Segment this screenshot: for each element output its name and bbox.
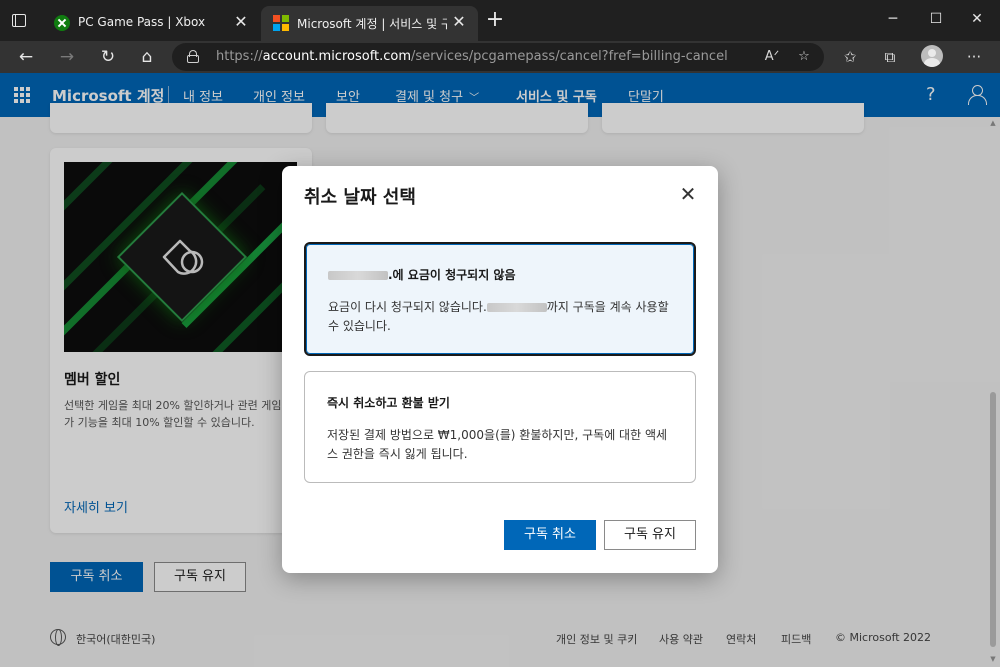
xbox-logo-icon [54, 15, 70, 31]
dialog-keep-subscription-button[interactable]: 구독 유지 [604, 520, 696, 550]
modal-backdrop-nav [0, 73, 1000, 117]
redacted-date [328, 271, 388, 280]
collections-icon[interactable]: ⧉ [878, 45, 902, 69]
tab-title: PC Game Pass | Xbox [78, 15, 206, 29]
scroll-down-arrow-icon[interactable]: ▼ [988, 655, 998, 663]
minimize-icon[interactable]: ─ [878, 8, 908, 30]
scroll-thumb[interactable] [990, 392, 996, 647]
new-tab-plus-icon[interactable]: + [484, 9, 506, 32]
browser-tab-bar: PC Game Pass | Xbox ✕ Microsoft 계정 | 서비스… [0, 0, 1000, 41]
option-description: 저장된 결제 방법으로 ₩1,000을(를) 환불하지만, 구독에 대한 액세스… [327, 428, 668, 461]
add-favorite-star-icon[interactable]: ☆ [794, 47, 814, 67]
dialog-cancel-subscription-button[interactable]: 구독 취소 [504, 520, 596, 550]
lock-icon[interactable] [187, 50, 199, 63]
option-cancel-and-refund[interactable]: 즉시 취소하고 환불 받기 저장된 결제 방법으로 ₩1,000을(를) 환불하… [304, 371, 696, 483]
scroll-up-arrow-icon[interactable]: ▲ [988, 119, 998, 127]
option-title: 즉시 취소하고 환불 받기 [327, 396, 450, 410]
dialog-title: 취소 날짜 선택 [304, 187, 416, 208]
browser-toolbar: ← → ↻ ⌂ https://account.microsoft.com/se… [0, 41, 1000, 73]
option-title: .에 요금이 청구되지 않음 [328, 266, 516, 283]
profile-avatar[interactable] [921, 45, 943, 67]
address-bar[interactable]: https://account.microsoft.com/services/p… [172, 43, 824, 71]
favorites-icon[interactable]: ✩ [838, 45, 862, 69]
back-arrow-icon[interactable]: ← [14, 45, 38, 69]
url-text: https://account.microsoft.com/services/p… [216, 49, 728, 64]
forward-arrow-icon[interactable]: → [55, 45, 79, 69]
read-aloud-icon[interactable]: Aᐟ [762, 47, 782, 67]
page-scrollbar[interactable]: ▲ ▼ [988, 117, 998, 667]
close-icon[interactable]: ✕ [232, 13, 250, 31]
cancel-date-dialog: 취소 날짜 선택 ✕ .에 요금이 청구되지 않음 요금이 다시 청구되지 않습… [282, 166, 718, 573]
option-description: 요금이 다시 청구되지 않습니다. 까지 구독을 계속 사용할 수 있습니다. [328, 300, 669, 333]
refresh-icon[interactable]: ↻ [96, 45, 120, 69]
microsoft-logo-icon [273, 15, 289, 31]
more-options-icon[interactable]: ··· [962, 45, 986, 69]
close-icon[interactable]: ✕ [678, 184, 698, 205]
maximize-icon[interactable]: ☐ [921, 8, 951, 30]
redacted-date [486, 303, 547, 312]
tab-microsoft-account[interactable]: Microsoft 계정 | 서비스 및 구독 ✕ [261, 6, 478, 41]
tab-pc-game-pass[interactable]: PC Game Pass | Xbox ✕ [42, 6, 260, 41]
tab-title: Microsoft 계정 | 서비스 및 구독 [297, 17, 447, 31]
option-no-charge[interactable]: .에 요금이 청구되지 않음 요금이 다시 청구되지 않습니다. 까지 구독을 계… [304, 242, 696, 356]
tab-actions-icon[interactable] [9, 11, 29, 31]
home-icon[interactable]: ⌂ [135, 45, 159, 69]
window-close-icon[interactable]: ✕ [962, 8, 992, 30]
close-icon[interactable]: ✕ [450, 13, 468, 31]
